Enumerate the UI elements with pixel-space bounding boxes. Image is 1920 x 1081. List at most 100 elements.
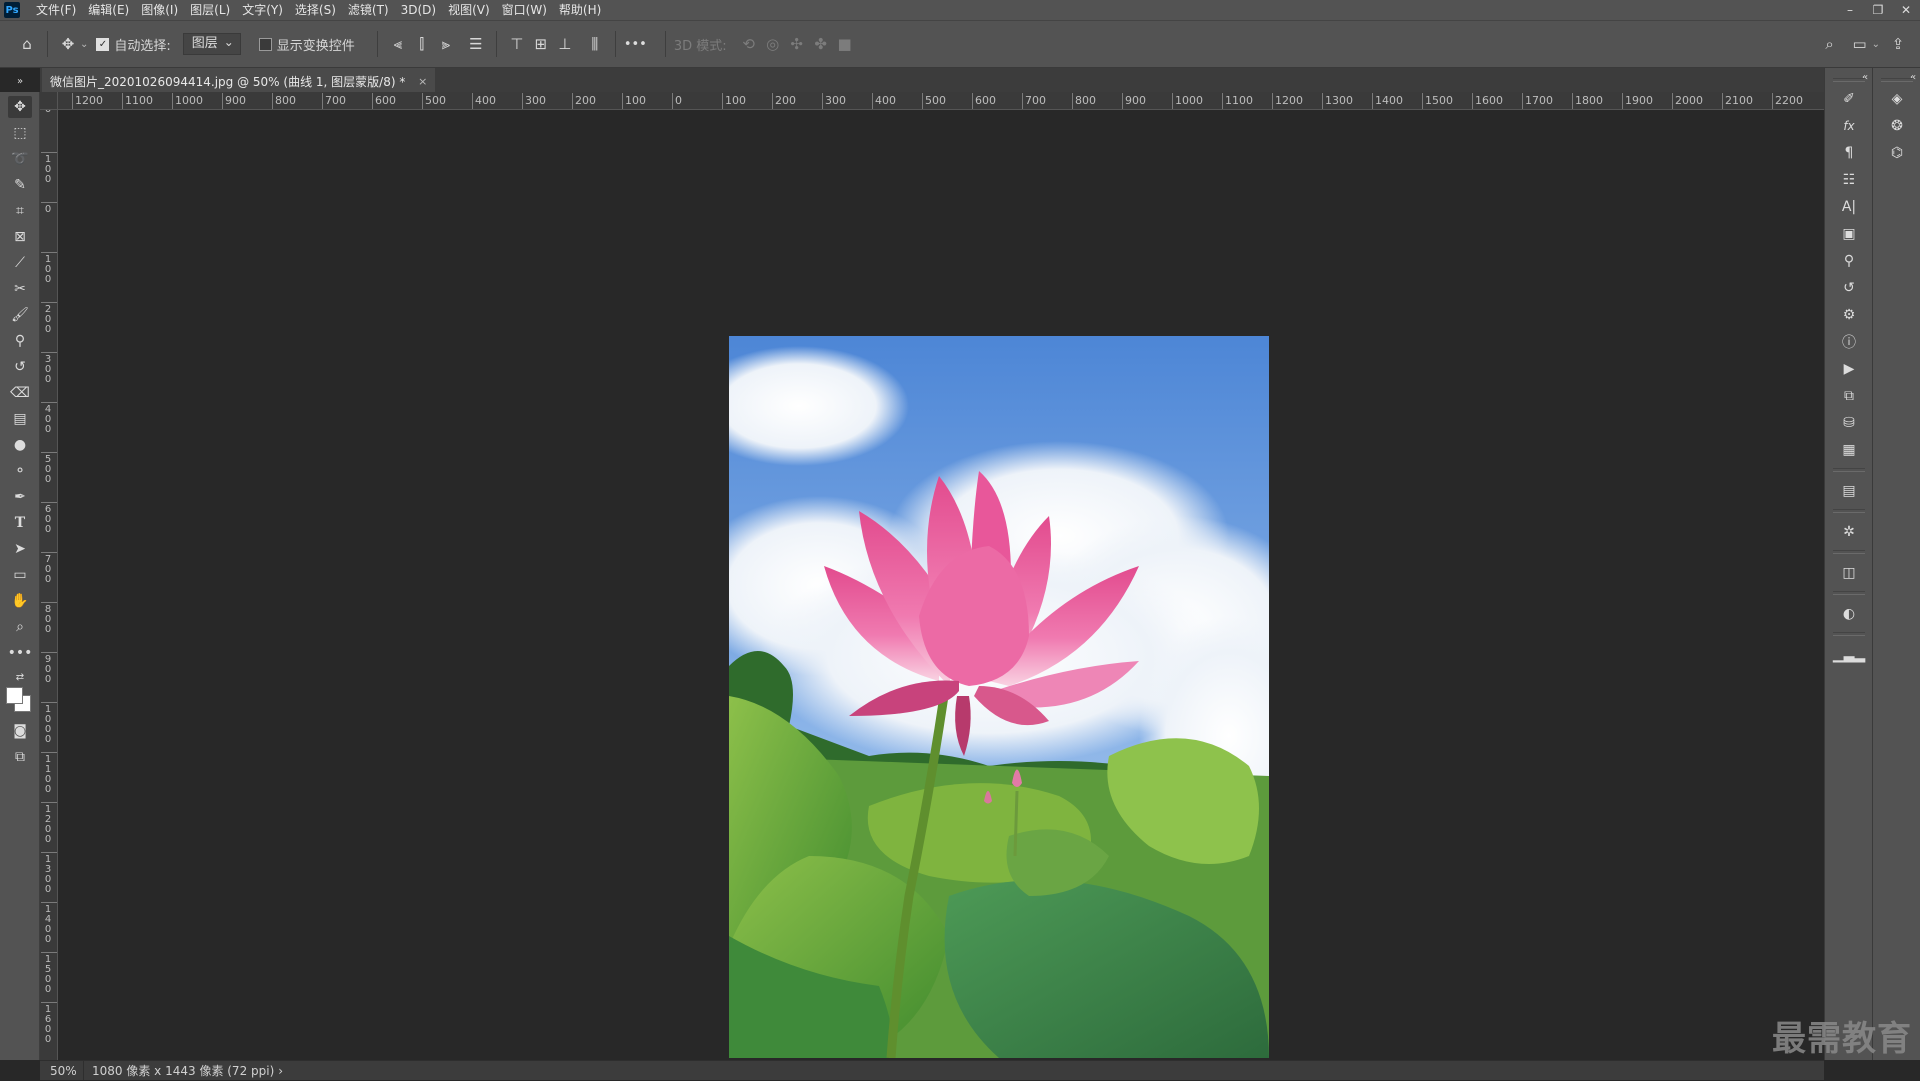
hand-tool-icon[interactable]: ✋ xyxy=(8,590,32,612)
layer-comps-icon[interactable]: ⧉ xyxy=(1837,385,1861,407)
path-selection-tool-icon[interactable]: ➤ xyxy=(8,538,32,560)
menu-type[interactable]: 文字(Y) xyxy=(236,0,289,20)
3d-panel-icon[interactable]: ⛁ xyxy=(1837,412,1861,434)
adjustments-sliders-icon[interactable]: ☷ xyxy=(1837,169,1861,191)
dodge-tool-icon[interactable]: ⚬ xyxy=(8,460,32,482)
document-image[interactable] xyxy=(729,336,1269,1058)
marquee-tool-icon[interactable]: ⬚ xyxy=(8,122,32,144)
lasso-tool-icon[interactable]: ➰ xyxy=(8,148,32,170)
actions-play-icon[interactable]: ▶ xyxy=(1837,358,1861,380)
dock-grip[interactable] xyxy=(1833,550,1865,554)
photoshop-logo[interactable]: Ps xyxy=(4,2,20,18)
canvas-area[interactable] xyxy=(58,110,1824,1060)
blur-tool-icon[interactable]: ● xyxy=(8,434,32,456)
type-tool-icon[interactable]: T xyxy=(8,512,32,534)
brush-settings-icon[interactable]: ✐ xyxy=(1837,88,1861,110)
show-transform-checkbox[interactable] xyxy=(259,38,272,51)
rectangle-tool-icon[interactable]: ▭ xyxy=(8,564,32,586)
share-icon[interactable]: ⇪ xyxy=(1886,32,1910,56)
vertical-ruler[interactable]: 0100010020030040050060070080090010001100… xyxy=(40,110,58,1060)
clone-stamp-tool-icon[interactable]: ⚲ xyxy=(8,330,32,352)
auto-select-checkbox[interactable]: ✓ xyxy=(96,38,109,51)
dock-grip[interactable] xyxy=(1833,468,1865,472)
status-menu-arrow-icon[interactable]: › xyxy=(274,1061,283,1080)
3d-scale-icon[interactable]: ■ xyxy=(833,32,857,56)
move-tool-icon[interactable]: ✥ xyxy=(8,96,32,118)
align-right-icon[interactable]: ⫸ xyxy=(434,32,458,56)
character-icon[interactable]: A| xyxy=(1837,196,1861,218)
menu-image[interactable]: 图像(I) xyxy=(135,0,184,20)
minimize-button[interactable]: – xyxy=(1836,0,1864,20)
healing-brush-tool-icon[interactable]: ✂ xyxy=(8,278,32,300)
align-vcenter-icon[interactable]: ⊞ xyxy=(529,32,553,56)
history-icon[interactable]: ↺ xyxy=(1837,277,1861,299)
screen-mode-icon[interactable]: ⧉ xyxy=(8,746,32,768)
dock-grip[interactable] xyxy=(1881,78,1913,82)
measurement-log-icon[interactable]: ▦ xyxy=(1837,439,1861,461)
preset-chevron-down-icon[interactable]: ⌄ xyxy=(80,39,88,50)
eraser-tool-icon[interactable]: ⌫ xyxy=(8,382,32,404)
distribute-horizontal-icon[interactable]: ⫼ xyxy=(583,32,607,56)
quick-mask-icon[interactable]: ◙ xyxy=(8,720,32,742)
ruler-origin[interactable] xyxy=(40,92,58,110)
swap-colors-icon[interactable]: ⇄ xyxy=(8,666,32,688)
navigator-icon[interactable]: ✲ xyxy=(1837,521,1861,543)
more-options-button[interactable]: ••• xyxy=(624,37,647,52)
auto-select-target-dropdown[interactable]: 图层 xyxy=(183,33,241,55)
align-hcenter-icon[interactable]: ⫿ xyxy=(410,32,434,56)
paths-icon[interactable]: ⌬ xyxy=(1885,142,1909,164)
dock-grip[interactable] xyxy=(1833,591,1865,595)
styles-fx-icon[interactable]: fx xyxy=(1837,115,1861,137)
dock-grip[interactable] xyxy=(1833,632,1865,636)
dock-grip[interactable] xyxy=(1833,78,1865,82)
menu-file[interactable]: 文件(F) xyxy=(30,0,82,20)
workspace-chevron-down-icon[interactable]: ⌄ xyxy=(1872,39,1880,50)
quick-select-tool-icon[interactable]: ✎ xyxy=(8,174,32,196)
align-bottom-icon[interactable]: ⊥ xyxy=(553,32,577,56)
color-icon[interactable]: ◐ xyxy=(1837,603,1861,625)
align-left-icon[interactable]: ⫷ xyxy=(386,32,410,56)
paragraph-icon[interactable]: ¶ xyxy=(1837,142,1861,164)
menu-edit[interactable]: 编辑(E) xyxy=(82,0,135,20)
histogram-icon[interactable]: ▁▃▂ xyxy=(1837,644,1861,666)
distribute-vertical-icon[interactable]: ☰ xyxy=(464,32,488,56)
libraries-icon[interactable]: ◫ xyxy=(1837,562,1861,584)
layers-icon[interactable]: ◈ xyxy=(1885,88,1909,110)
pen-tool-icon[interactable]: ✒ xyxy=(8,486,32,508)
menu-window[interactable]: 窗口(W) xyxy=(496,0,553,20)
workspace-icon[interactable]: ▭ xyxy=(1848,32,1872,56)
menu-select[interactable]: 选择(S) xyxy=(289,0,342,20)
eyedropper-tool-icon[interactable]: ⟋ xyxy=(8,252,32,274)
menu-view[interactable]: 视图(V) xyxy=(442,0,496,20)
3d-roll-icon[interactable]: ◎ xyxy=(761,32,785,56)
info-icon[interactable]: ⓘ xyxy=(1837,331,1861,353)
3d-pan-icon[interactable]: ✣ xyxy=(785,32,809,56)
frame-tool-icon[interactable]: ⊠ xyxy=(8,226,32,248)
brush-tool-icon[interactable]: 🖌 xyxy=(8,304,32,326)
toolbar-collapse-icon[interactable]: » xyxy=(8,70,32,92)
menu-filter[interactable]: 滤镜(T) xyxy=(342,0,395,20)
close-tab-icon[interactable]: × xyxy=(418,70,427,94)
document-info[interactable]: 1080 像素 x 1443 像素 (72 ppi) xyxy=(84,1061,274,1080)
move-tool-preset-icon[interactable]: ✥ xyxy=(56,32,80,56)
menu-help[interactable]: 帮助(H) xyxy=(553,0,607,20)
tool-presets-icon[interactable]: ⚙ xyxy=(1837,304,1861,326)
history-brush-tool-icon[interactable]: ↺ xyxy=(8,356,32,378)
zoom-level[interactable]: 50% xyxy=(40,1061,84,1080)
3d-orbit-icon[interactable]: ⟲ xyxy=(737,32,761,56)
channels-icon[interactable]: ❂ xyxy=(1885,115,1909,137)
zoom-tool-icon[interactable]: ⌕ xyxy=(8,616,32,638)
3d-slide-icon[interactable]: ✤ xyxy=(809,32,833,56)
search-icon[interactable]: ⌕ xyxy=(1818,32,1842,56)
close-button[interactable]: ✕ xyxy=(1892,0,1920,20)
restore-button[interactable]: ❐ xyxy=(1864,0,1892,20)
menu-3d[interactable]: 3D(D) xyxy=(395,0,442,20)
menu-layer[interactable]: 图层(L) xyxy=(184,0,236,20)
edit-toolbar-icon[interactable]: ••• xyxy=(8,642,32,664)
swatches-icon[interactable]: ▣ xyxy=(1837,223,1861,245)
notes-icon[interactable]: ▤ xyxy=(1837,480,1861,502)
clone-source-icon[interactable]: ⚲ xyxy=(1837,250,1861,272)
dock-collapse-icon[interactable]: « xyxy=(1901,66,1920,88)
crop-tool-icon[interactable]: ⌗ xyxy=(8,200,32,222)
document-tab[interactable]: 微信图片_20201026094414.jpg @ 50% (曲线 1, 图层蒙… xyxy=(42,68,435,92)
